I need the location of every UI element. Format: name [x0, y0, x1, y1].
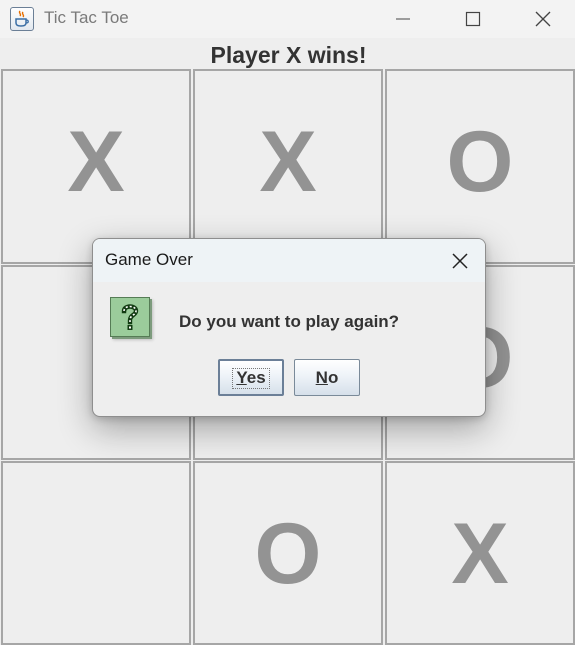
- close-icon: [452, 253, 468, 269]
- maximize-icon: [465, 11, 481, 27]
- board-cell-9[interactable]: X: [385, 461, 575, 645]
- java-coffee-cup-icon: [10, 7, 34, 31]
- game-status-label: Player X wins!: [210, 42, 367, 68]
- no-button-label: No: [316, 368, 339, 387]
- cell-mark: O: [254, 506, 322, 602]
- cell-mark: O: [446, 114, 514, 210]
- no-button[interactable]: No: [294, 359, 360, 396]
- mnemonic-letter: Y: [236, 368, 247, 387]
- minimize-button[interactable]: [368, 0, 438, 38]
- board-cell-3[interactable]: O: [385, 69, 575, 264]
- dialog-message: Do you want to play again?: [179, 312, 400, 331]
- dialog-titlebar: Game Over: [93, 239, 485, 282]
- yes-button-label: Yes: [236, 368, 265, 387]
- board-cell-1[interactable]: X: [1, 69, 191, 264]
- cell-mark: X: [259, 114, 317, 210]
- cell-mark: X: [67, 114, 125, 210]
- dialog-close-button[interactable]: [443, 245, 477, 277]
- window-titlebar: Tic Tac Toe: [0, 0, 575, 38]
- board-cell-7[interactable]: [1, 461, 191, 645]
- board-cell-2[interactable]: X: [193, 69, 383, 264]
- mnemonic-letter: N: [315, 368, 328, 387]
- close-window-button[interactable]: [508, 0, 575, 38]
- question-icon: [110, 297, 150, 337]
- label-rest: es: [246, 368, 266, 387]
- label-rest: o: [327, 368, 339, 387]
- minimize-icon: [396, 18, 410, 20]
- game-over-dialog: Game Over Do you want to play again? Yes…: [92, 238, 486, 417]
- cell-mark: X: [451, 506, 509, 602]
- board-cell-8[interactable]: O: [193, 461, 383, 645]
- window-title: Tic Tac Toe: [44, 8, 129, 27]
- dialog-title: Game Over: [105, 250, 193, 269]
- close-icon: [535, 11, 551, 27]
- maximize-button[interactable]: [438, 0, 508, 38]
- yes-button[interactable]: Yes: [218, 359, 284, 396]
